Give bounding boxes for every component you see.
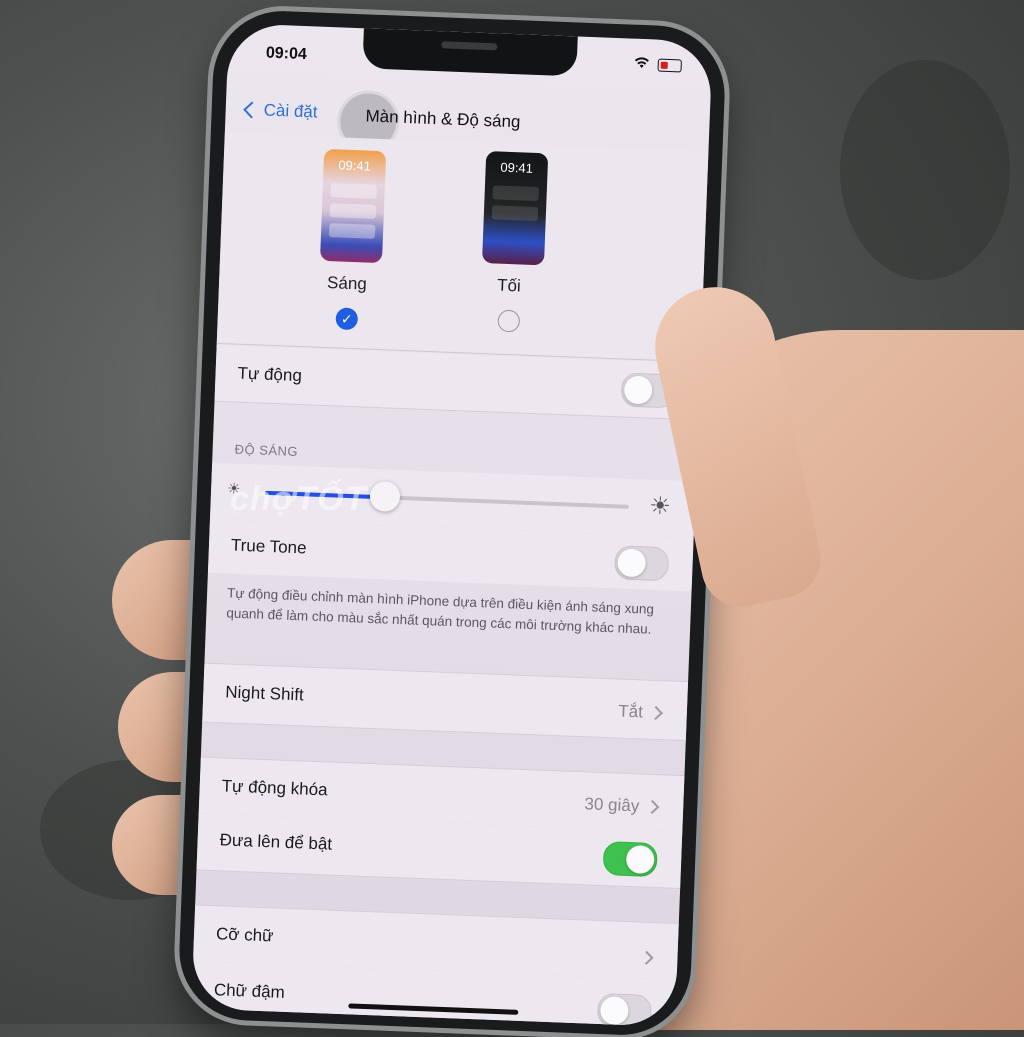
dark-mode-label: Tối	[496, 275, 522, 296]
night-shift-value: Tắt	[617, 701, 644, 722]
chevron-left-icon	[243, 101, 261, 119]
toggle-knob	[599, 996, 629, 1026]
true-tone-toggle[interactable]	[613, 545, 670, 582]
status-icons	[633, 57, 682, 74]
settings-screen: 09:04 Cài đặt Màn hình & Độ sáng 09:41 0…	[191, 23, 713, 1027]
preview-time: 09:41	[500, 159, 534, 176]
true-tone-footnote: Tự động điều chỉnh màn hình iPhone dựa t…	[226, 585, 655, 637]
checkmark-icon[interactable]: ✓	[335, 307, 359, 331]
iphone: 09:04 Cài đặt Màn hình & Độ sáng 09:41 0…	[176, 8, 728, 1037]
speaker-grille	[441, 41, 498, 51]
preview-widget	[329, 203, 377, 219]
wifi-icon	[633, 57, 650, 73]
auto-lock-label: Tự động khóa	[221, 776, 328, 800]
sun-large-icon: ☀	[648, 492, 672, 521]
brightness-section-header: ĐỘ SÁNG	[234, 441, 299, 460]
back-button[interactable]: Cài đặt	[243, 100, 318, 123]
preview-widget	[491, 205, 539, 222]
back-label: Cài đặt	[263, 100, 318, 122]
notch	[362, 28, 578, 77]
automatic-label: Tự động	[237, 363, 303, 386]
preview-widget	[330, 183, 377, 199]
toggle-knob	[623, 375, 653, 405]
light-mode-label: Sáng	[326, 273, 368, 294]
preview-time: 09:41	[338, 157, 372, 174]
night-shift-row[interactable]: Night Shift Tắt	[202, 662, 689, 742]
chevron-right-icon	[639, 950, 654, 965]
true-tone-label: True Tone	[230, 535, 307, 558]
battery-low-icon	[657, 58, 682, 73]
raise-to-wake-label: Đưa lên để bật	[219, 830, 333, 854]
chevron-right-icon	[648, 705, 663, 721]
slider-thumb[interactable]	[369, 480, 401, 512]
floor-stain	[840, 60, 1010, 280]
preview-widget	[492, 185, 539, 202]
raise-to-wake-toggle[interactable]	[602, 841, 658, 878]
appearance-section: 09:41 09:41 Sáng Tối ✓	[216, 132, 709, 363]
dark-mode-preview[interactable]: 09:41	[482, 151, 549, 266]
toggle-knob	[625, 844, 655, 875]
status-time: 09:04	[265, 44, 308, 64]
toggle-knob	[617, 548, 647, 578]
night-shift-label: Night Shift	[224, 682, 305, 705]
bold-text-toggle[interactable]	[596, 992, 653, 1027]
radio-unselected-icon[interactable]	[497, 309, 521, 333]
preview-widget	[328, 223, 376, 239]
auto-lock-value: 30 giây	[584, 794, 640, 816]
watermark-logo: chợTỐT	[230, 480, 367, 518]
bold-text-label: Chữ đậm	[213, 980, 286, 1002]
chevron-right-icon	[645, 799, 660, 814]
text-size-label: Cỡ chữ	[215, 924, 274, 946]
light-mode-preview[interactable]: 09:41	[319, 148, 387, 264]
